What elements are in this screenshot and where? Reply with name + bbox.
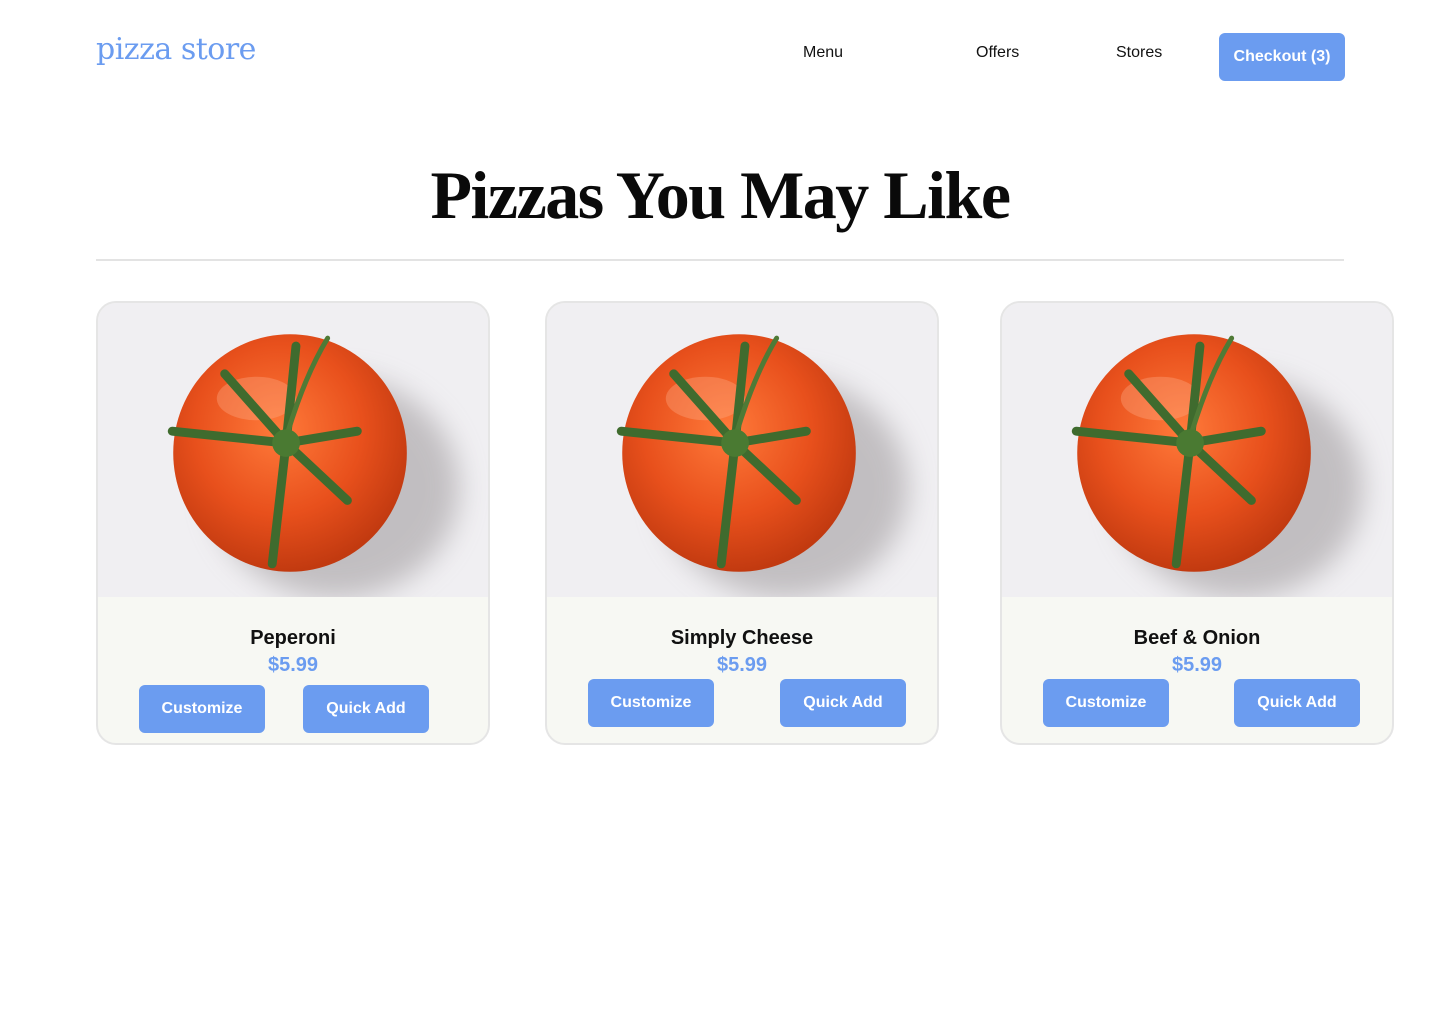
customize-button[interactable]: Customize (1043, 679, 1169, 727)
product-price: $5.99 (716, 654, 768, 676)
product-price: $5.99 (1171, 654, 1223, 676)
product-card: Beef & Onion $5.99 Customize Quick Add (1000, 301, 1394, 745)
product-name: Simply Cheese (670, 627, 814, 649)
nav-link-stores[interactable]: Stores (1116, 44, 1162, 62)
quick-add-button[interactable]: Quick Add (303, 685, 429, 733)
tomato-image[interactable] (1002, 303, 1392, 597)
product-card: Peperoni $5.99 Customize Quick Add (96, 301, 490, 745)
checkout-button[interactable]: Checkout (3) (1219, 33, 1345, 81)
quick-add-button[interactable]: Quick Add (780, 679, 906, 727)
nav-link-menu[interactable]: Menu (803, 44, 843, 62)
product-card: Simply Cheese $5.99 Customize Quick Add (545, 301, 939, 745)
product-name: Peperoni (250, 627, 336, 649)
nav-link-offers[interactable]: Offers (976, 44, 1019, 62)
tomato-image[interactable] (98, 303, 488, 597)
customize-button[interactable]: Customize (588, 679, 714, 727)
quick-add-button[interactable]: Quick Add (1234, 679, 1360, 727)
customize-button[interactable]: Customize (139, 685, 265, 733)
page-title: Pizzas You May Like (430, 157, 1011, 233)
title-divider (96, 259, 1344, 261)
store-logo[interactable]: pizza store (96, 32, 256, 67)
tomato-image[interactable] (547, 303, 937, 597)
product-name: Beef & Onion (1133, 627, 1261, 649)
product-price: $5.99 (267, 654, 319, 676)
